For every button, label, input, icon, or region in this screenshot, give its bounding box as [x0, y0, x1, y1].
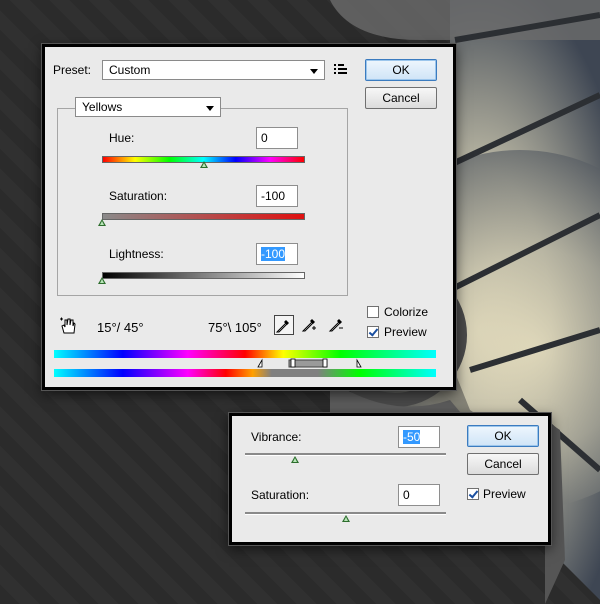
preset-dropdown[interactable]: Custom: [102, 60, 325, 80]
saturation-slider-thumb[interactable]: [98, 219, 106, 226]
vibrance-saturation-input[interactable]: 0: [398, 484, 440, 506]
lightness-label: Lightness:: [109, 247, 164, 261]
vibrance-value: -50: [403, 430, 421, 444]
range-left-readout: 15°/ 45°: [97, 320, 144, 335]
hue-label: Hue:: [109, 131, 135, 145]
preview-checkbox[interactable]: [367, 326, 379, 338]
subtract-from-sample-tool[interactable]: [328, 315, 348, 335]
vibrance-slider-thumb[interactable]: [291, 456, 300, 463]
colorize-label: Colorize: [384, 305, 429, 319]
vibrance-saturation-slider-thumb[interactable]: [341, 515, 350, 522]
vibrance-slider-track[interactable]: [245, 453, 446, 456]
eyedropper-plus-icon: [301, 319, 316, 332]
eyedropper-tool[interactable]: [274, 315, 294, 335]
output-color-spectrum[interactable]: [54, 369, 436, 377]
channel-value: Yellows: [82, 100, 123, 114]
hue-slider-thumb[interactable]: [199, 161, 208, 168]
chevron-down-icon: [310, 69, 318, 74]
saturation-slider-track[interactable]: [102, 213, 305, 220]
vibrance-preview-checkbox[interactable]: [467, 488, 479, 500]
vibrance-label: Vibrance:: [251, 430, 302, 444]
colorize-checkbox[interactable]: [367, 306, 379, 318]
chevron-down-icon: [206, 106, 214, 111]
range-inner-right-handle[interactable]: [322, 358, 328, 368]
hue-saturation-dialog: Preset: Custom OK Cancel Yellows Hue: 0 …: [42, 44, 456, 390]
eyedropper-minus-icon: [328, 319, 343, 332]
range-inner-left-handle[interactable]: [290, 358, 296, 368]
range-right-readout: 75°\ 105°: [208, 320, 262, 335]
preset-label: Preset:: [53, 63, 92, 77]
preview-label: Preview: [384, 325, 427, 339]
hue-input[interactable]: 0: [256, 127, 298, 149]
saturation-label: Saturation:: [109, 189, 168, 203]
lightness-slider-track[interactable]: [102, 272, 305, 279]
add-to-sample-tool[interactable]: [301, 315, 321, 335]
vibrance-cancel-button[interactable]: Cancel: [467, 453, 539, 475]
vibrance-dialog: Vibrance: -50 Saturation: 0 OK Cancel Pr…: [229, 413, 551, 545]
vibrance-saturation-label: Saturation:: [251, 488, 310, 502]
ok-button[interactable]: OK: [365, 59, 437, 81]
saturation-input[interactable]: -100: [256, 185, 298, 207]
vibrance-preview-label: Preview: [483, 487, 526, 501]
range-slider[interactable]: [253, 358, 365, 369]
targeted-adjustment-hand-icon[interactable]: [59, 317, 77, 335]
preset-options-icon[interactable]: [334, 63, 348, 75]
input-color-spectrum: [54, 350, 436, 358]
adjustment-group: [57, 108, 348, 296]
eyedropper-icon: [275, 320, 289, 333]
lightness-input[interactable]: -100: [256, 243, 298, 265]
cancel-button[interactable]: Cancel: [365, 87, 437, 109]
lightness-value: -100: [261, 247, 286, 261]
lightness-slider-thumb[interactable]: [98, 277, 106, 284]
preset-value: Custom: [109, 63, 151, 77]
range-left-handle[interactable]: [257, 358, 263, 368]
vibrance-ok-button[interactable]: OK: [467, 425, 539, 447]
range-right-handle[interactable]: [356, 358, 362, 368]
channel-dropdown[interactable]: Yellows: [75, 97, 221, 117]
vibrance-input[interactable]: -50: [398, 426, 440, 448]
